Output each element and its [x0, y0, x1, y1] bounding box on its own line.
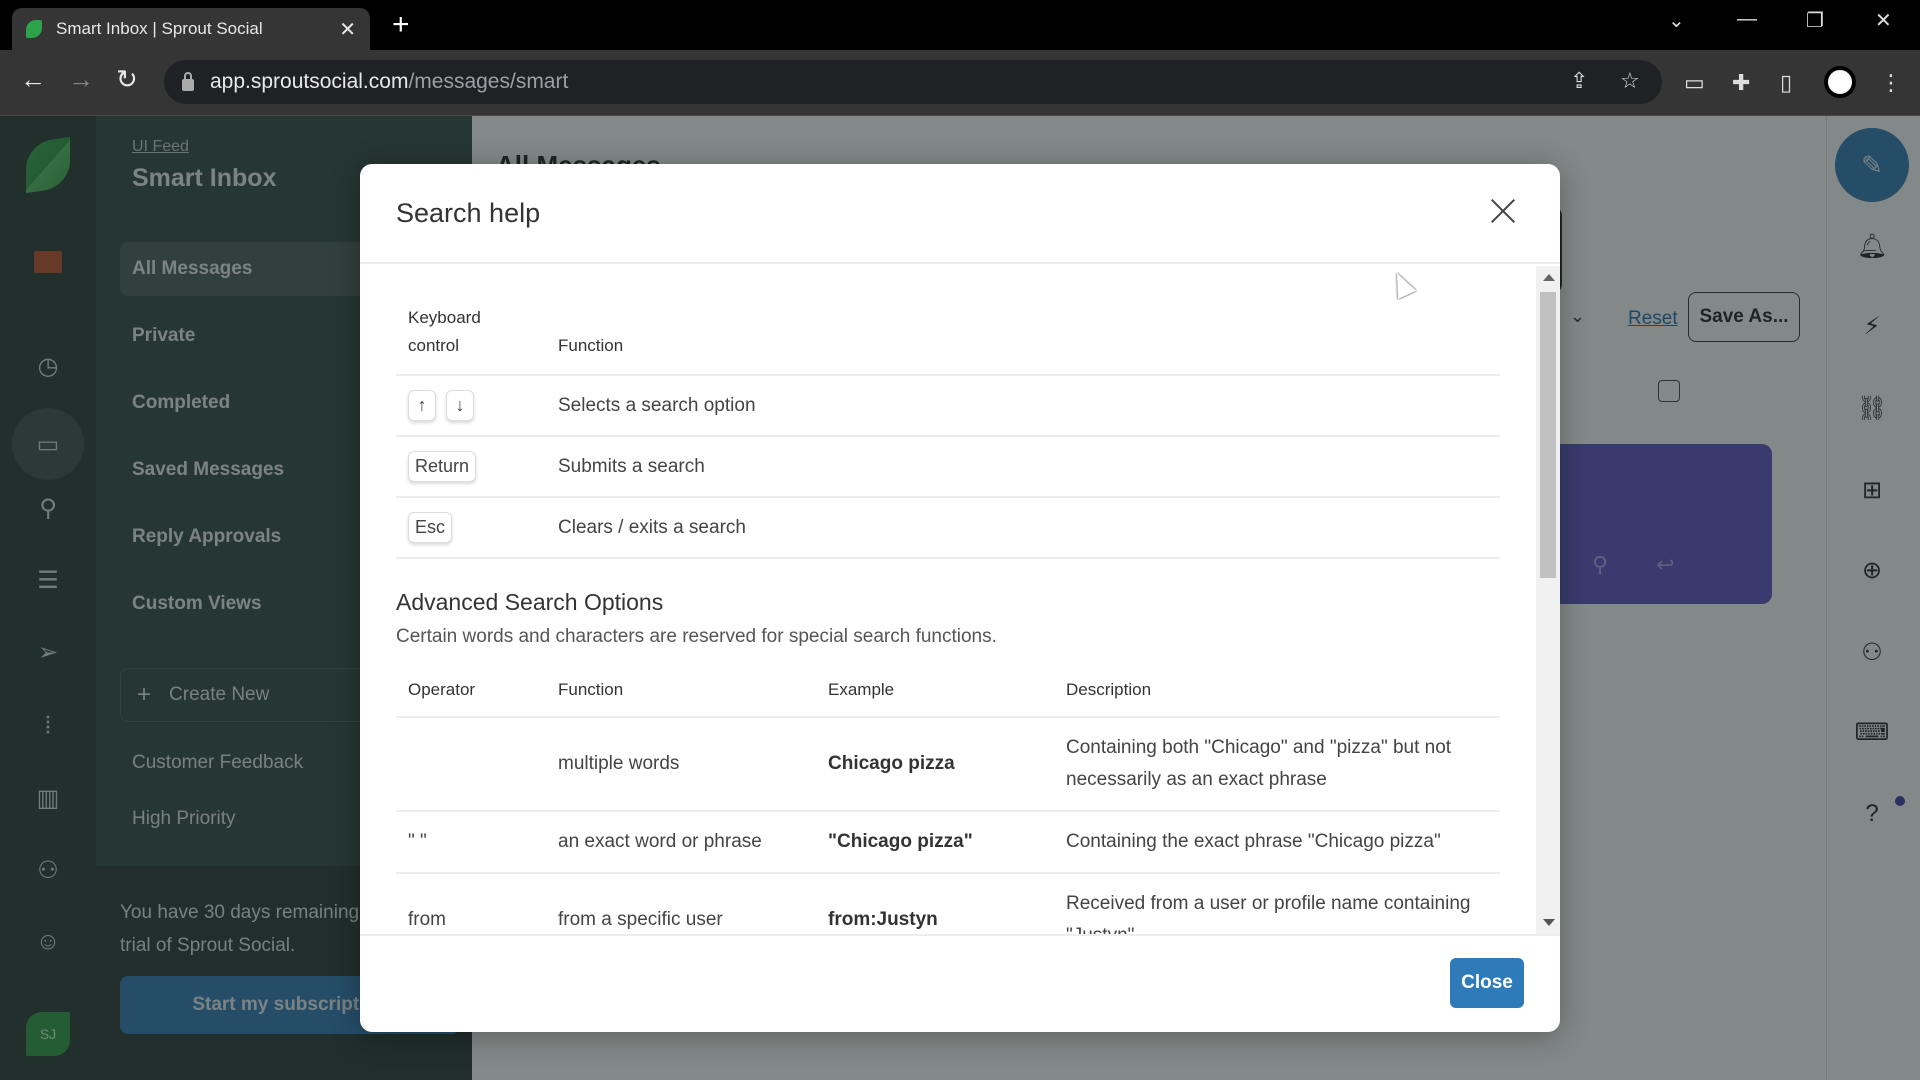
key-return: Return: [408, 451, 477, 482]
function-cell: multiple words: [546, 717, 816, 812]
star-icon[interactable]: ☆: [1620, 68, 1640, 94]
keyboard-controls-table: Keyboard control Function ↑ ↓ Selects a s…: [396, 266, 1500, 559]
key-down: ↓: [446, 390, 474, 421]
reload-icon[interactable]: ↻: [116, 64, 138, 95]
modal-header: Search help: [360, 164, 1560, 264]
operator-cell: [396, 717, 546, 812]
browser-titlebar: Smart Inbox | Sprout Social ✕ + ⌄ — ❐ ✕: [0, 0, 1920, 50]
modal-footer: Close: [360, 934, 1560, 1032]
advanced-subtitle: Certain words and characters are reserve…: [396, 626, 997, 647]
tab-close-icon[interactable]: ✕: [339, 17, 356, 42]
header-operator: Operator: [396, 670, 546, 718]
table-row: ↑ ↓ Selects a search option: [396, 375, 1500, 437]
operator-cell: " ": [396, 811, 546, 874]
sprout-favicon-icon: [26, 20, 42, 38]
extension-alert-icon[interactable]: ▭: [1684, 70, 1705, 96]
minimize-icon[interactable]: —: [1737, 8, 1757, 31]
close-button[interactable]: Close: [1450, 958, 1524, 1008]
window-close-icon[interactable]: ✕: [1875, 8, 1892, 33]
function-cell: from a specific user: [546, 873, 816, 934]
table-row: Return Submits a search: [396, 436, 1500, 498]
advanced-heading: Advanced Search Options: [396, 589, 664, 615]
scroll-up-arrow-icon[interactable]: [1543, 274, 1555, 281]
function-text: Clears / exits a search: [546, 497, 1500, 559]
tab-title: Smart Inbox | Sprout Social: [56, 19, 263, 38]
menu-icon[interactable]: ⋮: [1880, 70, 1902, 96]
profile-icon[interactable]: [1824, 66, 1856, 98]
description-cell: Received from a user or profile name con…: [1054, 873, 1500, 934]
table-row: Esc Clears / exits a search: [396, 497, 1500, 559]
restore-icon[interactable]: ❐: [1806, 8, 1824, 33]
modal-content: Keyboard control Function ↑ ↓ Selects a s…: [396, 266, 1500, 934]
header-function: Function: [546, 670, 816, 718]
example-cell: "Chicago pizza": [816, 811, 1054, 874]
url-path: /messages/smart: [408, 70, 569, 93]
description-cell: Containing the exact phrase "Chicago piz…: [1054, 811, 1500, 874]
scroll-down-arrow-icon[interactable]: [1543, 919, 1555, 926]
function-text: Submits a search: [546, 436, 1500, 498]
key-up: ↑: [408, 390, 436, 421]
table-row: " " an exact word or phrase "Chicago piz…: [396, 811, 1500, 874]
header-keyboard-control: Keyboard control: [396, 266, 546, 376]
address-bar[interactable]: app.sproutsocial.com /messages/smart ⇪ ☆: [164, 60, 1662, 104]
new-tab-button[interactable]: +: [392, 10, 410, 40]
header-description: Description: [1054, 670, 1500, 718]
description-cell: Containing both "Chicago" and "pizza" bu…: [1054, 717, 1500, 812]
modal-scrollbar[interactable]: [1536, 266, 1560, 934]
example-cell: from:Justyn: [816, 873, 1054, 934]
search-help-modal: Search help Keyboard control Function ↑ ↓: [360, 164, 1560, 1032]
function-text: Selects a search option: [546, 375, 1500, 437]
header-example: Example: [816, 670, 1054, 718]
forward-icon[interactable]: →: [68, 64, 94, 95]
example-cell: Chicago pizza: [816, 717, 1054, 812]
puzzle-icon[interactable]: ✚: [1732, 70, 1750, 96]
lock-icon: [182, 72, 194, 91]
table-row: multiple words Chicago pizza Containing …: [396, 717, 1500, 812]
advanced-options-table: Operator Function Example Description mu…: [396, 670, 1500, 934]
function-cell: an exact word or phrase: [546, 811, 816, 874]
table-row: from from a specific user from:Justyn Re…: [396, 873, 1500, 934]
back-icon[interactable]: ←: [20, 64, 46, 95]
url-host: app.sproutsocial.com: [210, 70, 409, 93]
tab-search-icon[interactable]: ⌄: [1668, 8, 1685, 33]
header-function: Function: [546, 266, 1500, 376]
modal-body: Keyboard control Function ↑ ↓ Selects a s…: [360, 266, 1560, 934]
operator-cell: from: [396, 873, 546, 934]
modal-title: Search help: [396, 198, 541, 228]
share-icon[interactable]: ⇪: [1570, 68, 1588, 94]
sidepanel-icon[interactable]: ▯: [1780, 70, 1792, 96]
scroll-thumb[interactable]: [1540, 292, 1556, 578]
close-icon[interactable]: [1490, 198, 1516, 224]
browser-tab[interactable]: Smart Inbox | Sprout Social ✕: [12, 8, 370, 50]
browser-toolbar: ← → ↻ app.sproutsocial.com /messages/sma…: [0, 50, 1920, 116]
key-esc: Esc: [408, 512, 453, 543]
